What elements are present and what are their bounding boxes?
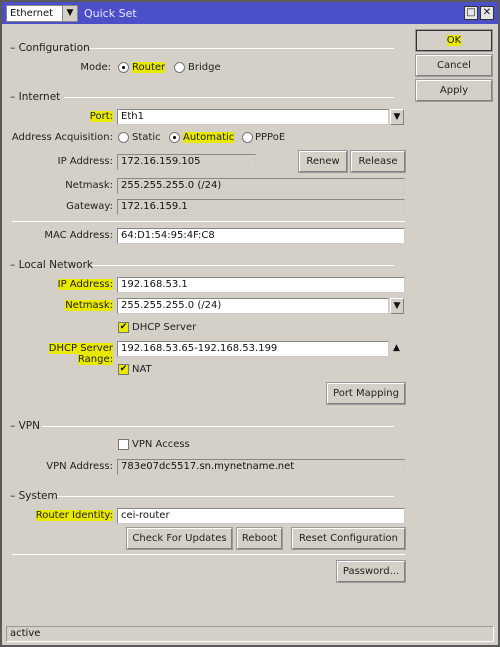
port-mapping-button[interactable]: Port Mapping bbox=[326, 382, 406, 405]
dhcp-range-label: DHCP Server Range: bbox=[48, 343, 113, 365]
system-group-title: – System bbox=[10, 490, 58, 502]
local-network-group-title: – Local Network bbox=[10, 259, 93, 271]
configuration-divider bbox=[90, 48, 394, 49]
checkmark-icon: ✔ bbox=[119, 322, 128, 332]
dhcp-range-input[interactable]: 192.168.53.65-192.168.53.199 bbox=[117, 341, 389, 357]
lan-netmask-select[interactable]: 255.255.255.0 (/24) bbox=[117, 298, 389, 314]
window-title: Quick Set bbox=[84, 7, 137, 20]
router-identity-input[interactable]: cei-router bbox=[117, 508, 405, 524]
configuration-group-title: – Configuration bbox=[10, 42, 90, 54]
close-button[interactable]: ✕ bbox=[480, 6, 494, 20]
mode-router-label: Router bbox=[132, 62, 166, 73]
vpn-address-label: VPN Address: bbox=[46, 461, 113, 472]
checkmark-icon: ✔ bbox=[119, 364, 128, 374]
local-network-divider bbox=[92, 265, 394, 266]
check-for-updates-button[interactable]: Check For Updates bbox=[126, 527, 233, 550]
wan-ip-field: 172.16.159.105 bbox=[117, 154, 256, 170]
quick-set-window: Ethernet ▼ Quick Set □ ✕ OK Cancel Apply… bbox=[0, 0, 500, 647]
dhcp-server-checkbox[interactable]: ✔ bbox=[118, 322, 129, 333]
internet-group-title: – Internet bbox=[10, 91, 61, 103]
gateway-field: 172.16.159.1 bbox=[117, 199, 405, 215]
vpn-address-field: 783e07dc5517.sn.mynetname.net bbox=[117, 459, 405, 475]
acq-static-radio[interactable] bbox=[118, 132, 129, 143]
interface-dropdown-button[interactable]: ▼ bbox=[62, 5, 78, 22]
vpn-access-label: VPN Access bbox=[132, 439, 190, 450]
interface-select-value: Ethernet bbox=[10, 8, 54, 19]
title-bar: Ethernet ▼ Quick Set □ ✕ bbox=[2, 2, 498, 24]
apply-button[interactable]: Apply bbox=[415, 79, 493, 102]
release-button[interactable]: Release bbox=[350, 150, 406, 173]
reset-configuration-button[interactable]: Reset Configuration bbox=[291, 527, 406, 550]
lan-ip-label: IP Address: bbox=[57, 279, 113, 290]
vpn-group-title: – VPN bbox=[10, 420, 40, 432]
acq-static-label: Static bbox=[132, 132, 161, 143]
password-button[interactable]: Password... bbox=[336, 560, 406, 583]
lan-netmask-dropdown-button[interactable]: ▼ bbox=[390, 298, 404, 314]
collapse-range-button[interactable]: ▲ bbox=[393, 343, 400, 353]
acq-pppoe-label: PPPoE bbox=[255, 132, 286, 143]
mode-label: Mode: bbox=[80, 62, 111, 73]
vpn-access-checkbox[interactable] bbox=[118, 439, 129, 450]
mac-address-input[interactable]: 64:D1:54:95:4F:C8 bbox=[117, 228, 405, 244]
mode-bridge-radio[interactable] bbox=[174, 62, 185, 73]
nat-label: NAT bbox=[132, 364, 152, 375]
status-bar: active bbox=[6, 626, 494, 642]
dropdown-arrow-icon: ▼ bbox=[66, 8, 74, 18]
gateway-label: Gateway: bbox=[66, 201, 113, 212]
acq-pppoe-radio[interactable] bbox=[242, 132, 253, 143]
dropdown-arrow-icon: ▼ bbox=[393, 301, 401, 311]
bottom-divider bbox=[12, 554, 405, 555]
up-arrow-icon: ▲ bbox=[393, 343, 400, 353]
lan-netmask-label: Netmask: bbox=[65, 300, 113, 311]
system-divider bbox=[57, 496, 394, 497]
wan-ip-label: IP Address: bbox=[57, 156, 113, 167]
acq-automatic-radio[interactable] bbox=[169, 132, 180, 143]
maximize-icon: □ bbox=[466, 7, 476, 18]
wan-netmask-field: 255.255.255.0 (/24) bbox=[117, 178, 405, 194]
mode-router-radio[interactable] bbox=[118, 62, 129, 73]
ok-button[interactable]: OK bbox=[415, 29, 493, 52]
nat-checkbox[interactable]: ✔ bbox=[118, 364, 129, 375]
dropdown-arrow-icon: ▼ bbox=[393, 112, 401, 122]
wan-netmask-label: Netmask: bbox=[65, 180, 113, 191]
acq-automatic-label: Automatic bbox=[183, 132, 235, 143]
renew-button[interactable]: Renew bbox=[298, 150, 348, 173]
address-acquisition-label: Address Acquisition: bbox=[11, 132, 113, 143]
vpn-divider bbox=[42, 426, 394, 427]
internet-divider bbox=[64, 97, 394, 98]
mac-divider bbox=[12, 221, 405, 222]
ok-label: OK bbox=[446, 35, 462, 46]
dhcp-server-label: DHCP Server bbox=[132, 322, 197, 333]
reboot-button[interactable]: Reboot bbox=[236, 527, 283, 550]
close-icon: ✕ bbox=[482, 7, 492, 18]
port-label: Port: bbox=[89, 111, 113, 122]
maximize-button[interactable]: □ bbox=[464, 6, 478, 20]
port-select[interactable]: Eth1 bbox=[117, 109, 389, 125]
mode-bridge-label: Bridge bbox=[188, 62, 221, 73]
mac-address-label: MAC Address: bbox=[44, 230, 113, 241]
router-identity-label: Router Identity: bbox=[35, 510, 113, 521]
port-dropdown-button[interactable]: ▼ bbox=[390, 109, 404, 125]
lan-ip-input[interactable]: 192.168.53.1 bbox=[117, 277, 405, 293]
cancel-button[interactable]: Cancel bbox=[415, 54, 493, 77]
